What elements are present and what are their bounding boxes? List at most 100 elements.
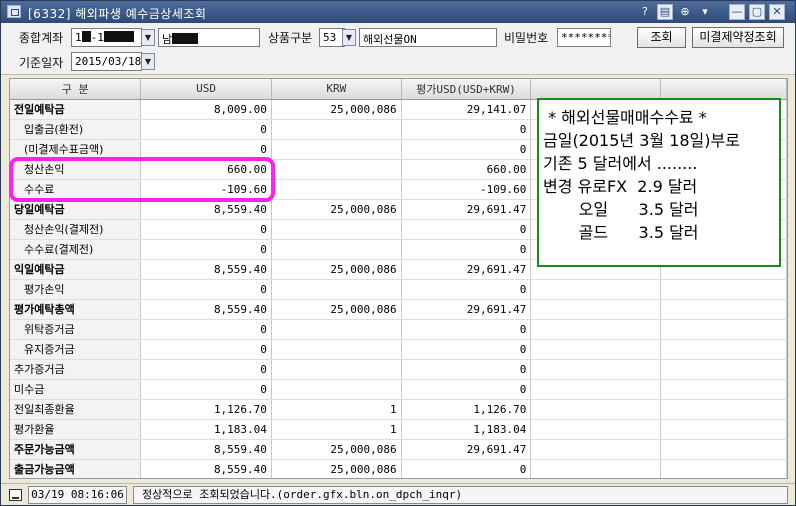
empty-cell xyxy=(530,419,661,440)
redacted-block xyxy=(81,31,91,42)
notice-line: 변경 유로FX 2.9 달러 xyxy=(543,177,698,196)
account-prefix: 1 xyxy=(75,31,82,44)
eval-usd-cell: -109.60 xyxy=(401,179,532,200)
usd-cell: 8,559.40 xyxy=(140,439,272,460)
password-input[interactable]: ******** xyxy=(557,28,611,47)
eval-usd-cell: 29,141.07 xyxy=(401,99,532,120)
krw-cell xyxy=(271,239,402,260)
empty-cell xyxy=(660,419,787,440)
column-header-usd[interactable]: USD xyxy=(140,79,272,100)
krw-cell xyxy=(271,359,402,380)
table-row[interactable]: 출금가능금액 8,559.40 25,000,086 0 xyxy=(10,459,787,478)
minimize-button[interactable]: — xyxy=(729,4,745,20)
eval-usd-cell: 29,691.47 xyxy=(401,439,532,460)
product-label: 상품구분 xyxy=(268,31,313,45)
unsettled-positions-button[interactable]: 미결제약정조회 xyxy=(692,27,784,48)
krw-cell: 25,000,086 xyxy=(271,259,402,280)
title-bar[interactable]: [6332] 해외파생 예수금상세조회 ? ▤ ⊕ ▾ — ▢ ✕ xyxy=(1,1,795,23)
usd-cell: 0 xyxy=(140,379,272,400)
empty-cell xyxy=(660,359,787,380)
notice-line: * 해외선물매매수수료 * xyxy=(543,108,707,127)
empty-cell xyxy=(660,379,787,400)
empty-cell xyxy=(530,379,661,400)
help-icon[interactable]: ? xyxy=(637,4,653,20)
empty-cell xyxy=(660,399,787,420)
krw-cell xyxy=(271,179,402,200)
status-bar: 03/19 08:16:06 정상적으로 조회되었습니다.(order.gfx.… xyxy=(1,483,795,505)
base-date-field[interactable]: 2015/03/18 xyxy=(71,52,142,71)
empty-cell xyxy=(530,459,661,478)
eval-usd-cell: 0 xyxy=(401,459,532,478)
row-label: 전일최종환율 xyxy=(10,399,142,420)
product-dropdown-icon[interactable]: ▼ xyxy=(342,29,356,46)
row-label: (미결제수표금액) xyxy=(10,139,142,160)
row-label: 익일예탁금 xyxy=(10,259,142,280)
row-label: 평가환율 xyxy=(10,419,142,440)
row-label: 전일예탁금 xyxy=(10,99,142,120)
date-dropdown-icon[interactable]: ▼ xyxy=(141,53,155,70)
table-row[interactable]: 유지증거금 0 0 xyxy=(10,339,787,360)
eval-usd-cell: 0 xyxy=(401,359,532,380)
krw-cell: 25,000,086 xyxy=(271,439,402,460)
column-header-krw[interactable]: KRW xyxy=(271,79,402,100)
redacted-block xyxy=(172,33,199,44)
eval-usd-cell: 0 xyxy=(401,239,532,260)
window-app-icon xyxy=(7,5,21,18)
row-label: 당일예탁금 xyxy=(10,199,142,220)
column-header-eval-usd[interactable]: 평가USD(USD+KRW) xyxy=(401,79,532,100)
column-header-category[interactable]: 구 분 xyxy=(10,79,142,100)
usd-cell: 0 xyxy=(140,119,272,140)
krw-cell: 1 xyxy=(271,399,402,420)
usd-cell: 0 xyxy=(140,319,272,340)
krw-cell xyxy=(271,279,402,300)
screen-list-icon[interactable]: ▤ xyxy=(657,4,673,20)
empty-cell xyxy=(530,279,661,300)
password-label: 비밀번호 xyxy=(504,31,549,45)
row-label: 출금가능금액 xyxy=(10,459,142,478)
link-icon[interactable]: ⊕ xyxy=(677,4,693,20)
empty-cell xyxy=(660,299,787,320)
eval-usd-cell: 0 xyxy=(401,379,532,400)
account-dropdown-icon[interactable]: ▼ xyxy=(141,29,155,46)
account-number-field[interactable]: 1 -1 xyxy=(71,28,142,47)
maximize-button[interactable]: ▢ xyxy=(749,4,765,20)
krw-cell xyxy=(271,139,402,160)
table-row[interactable]: 평가예탁총액 8,559.40 25,000,086 29,691.47 xyxy=(10,299,787,320)
krw-cell xyxy=(271,159,402,180)
row-label: 주문가능금액 xyxy=(10,439,142,460)
row-label: 입출금(환전) xyxy=(10,119,142,140)
status-window-icon[interactable] xyxy=(9,489,22,501)
krw-cell xyxy=(271,339,402,360)
app-window: [6332] 해외파생 예수금상세조회 ? ▤ ⊕ ▾ — ▢ ✕ 종합계좌 1… xyxy=(0,0,796,506)
table-row[interactable]: 미수금 0 0 xyxy=(10,379,787,400)
table-row[interactable]: 추가증거금 0 0 xyxy=(10,359,787,380)
empty-cell xyxy=(660,339,787,360)
column-header-empty xyxy=(530,79,661,100)
usd-cell: 0 xyxy=(140,359,272,380)
close-button[interactable]: ✕ xyxy=(769,4,785,20)
account-label: 종합계좌 xyxy=(19,31,64,45)
row-label: 위탁증거금 xyxy=(10,319,142,340)
table-row[interactable]: 위탁증거금 0 0 xyxy=(10,319,787,340)
empty-cell xyxy=(530,319,661,340)
krw-cell: 25,000,086 xyxy=(271,199,402,220)
krw-cell: 25,000,086 xyxy=(271,99,402,120)
table-row[interactable]: 평가손익 0 0 xyxy=(10,279,787,300)
eval-usd-cell: 0 xyxy=(401,219,532,240)
table-row[interactable]: 전일최종환율 1,126.70 1 1,126.70 xyxy=(10,399,787,420)
table-row[interactable]: 평가환율 1,183.04 1 1,183.04 xyxy=(10,419,787,440)
usd-cell: 0 xyxy=(140,339,272,360)
menu-dropdown-icon[interactable]: ▾ xyxy=(697,4,713,20)
notice-line: 기존 5 달러에서 ........ xyxy=(543,154,698,173)
eval-usd-cell: 29,691.47 xyxy=(401,299,532,320)
table-row[interactable]: 주문가능금액 8,559.40 25,000,086 29,691.47 xyxy=(10,439,787,460)
status-time: 03/19 08:16:06 xyxy=(28,486,127,504)
row-label: 청산손익(결제전) xyxy=(10,219,142,240)
row-label: 평가예탁총액 xyxy=(10,299,142,320)
empty-cell xyxy=(660,459,787,478)
eval-usd-cell: 0 xyxy=(401,339,532,360)
highlight-annotation xyxy=(9,157,275,202)
query-button[interactable]: 조회 xyxy=(637,27,686,48)
eval-usd-cell: 29,691.47 xyxy=(401,199,532,220)
window-title: [6332] 해외파생 예수금상세조회 xyxy=(28,7,207,21)
